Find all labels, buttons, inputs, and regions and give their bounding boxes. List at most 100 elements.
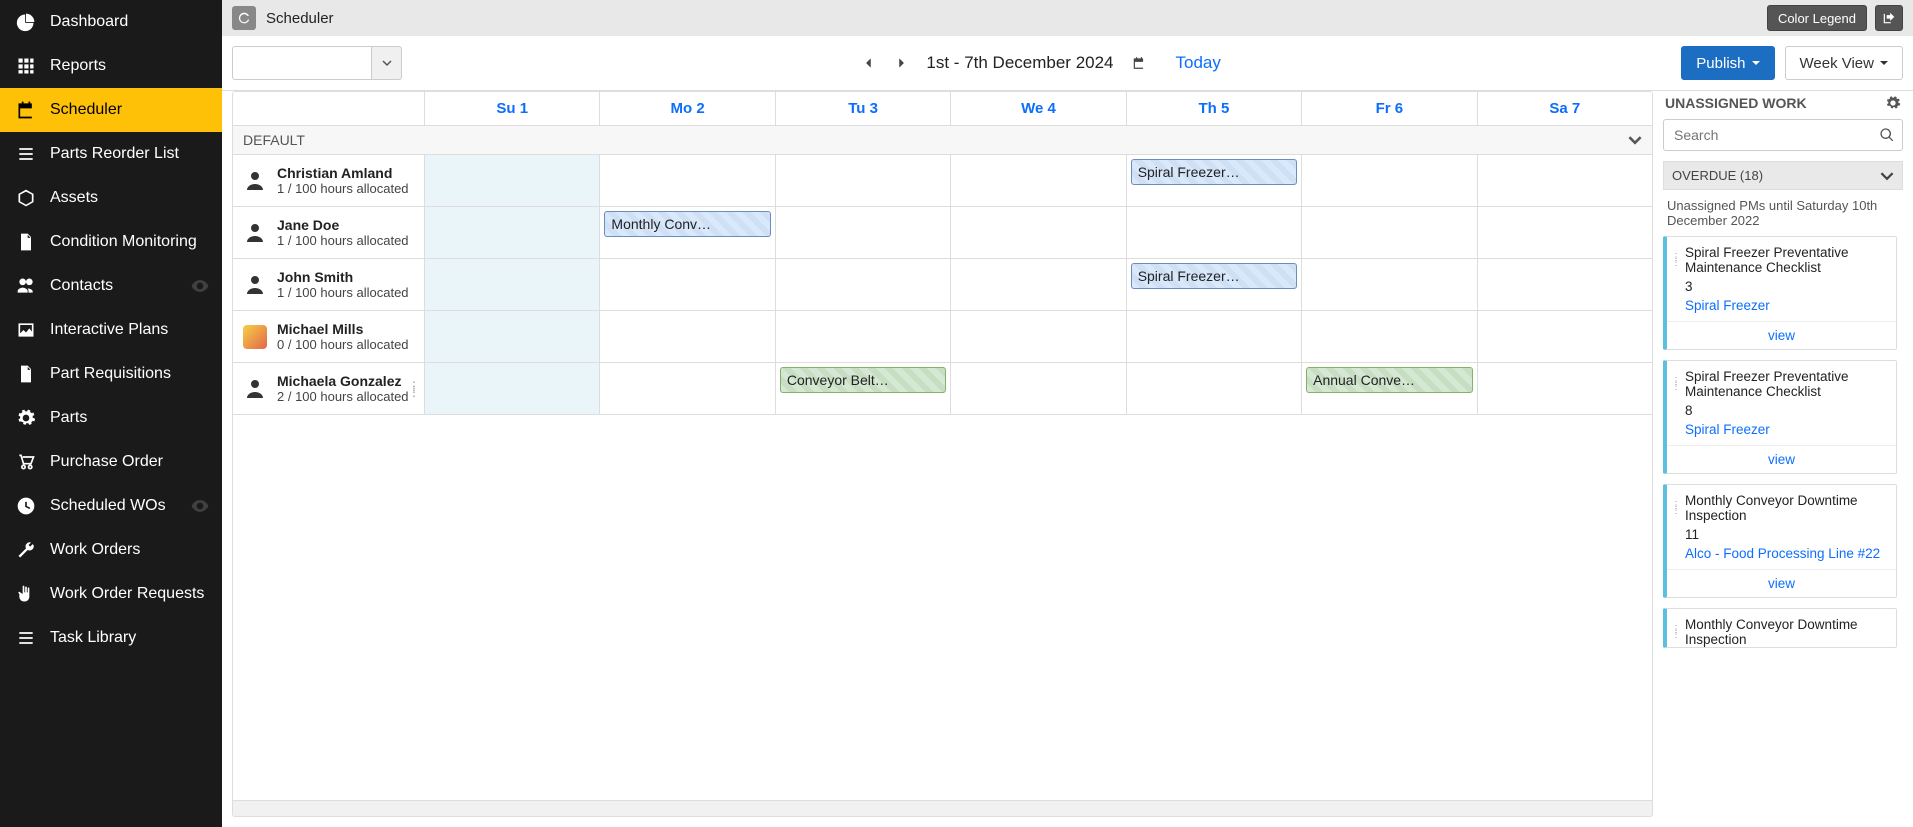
sidebar-item-task-library[interactable]: Task Library — [0, 616, 222, 660]
sidebar-item-dashboard[interactable]: Dashboard — [0, 0, 222, 44]
sidebar-item-part-requisitions[interactable]: Part Requisitions — [0, 352, 222, 396]
card-asset-link[interactable]: Spiral Freezer — [1685, 298, 1770, 313]
schedule-cell[interactable] — [600, 311, 775, 362]
resource-name: Michaela Gonzalez — [277, 373, 409, 389]
schedule-cell[interactable] — [600, 155, 775, 206]
card-asset-link[interactable]: Alco - Food Processing Line #22 — [1685, 546, 1880, 561]
schedule-cell[interactable]: Spiral Freezer… — [1127, 155, 1302, 206]
gear-icon[interactable] — [1885, 95, 1901, 111]
schedule-cell[interactable] — [1302, 311, 1477, 362]
sidebar-item-scheduler[interactable]: Scheduler — [0, 88, 222, 132]
avatar — [243, 377, 267, 401]
unassigned-card[interactable]: ⋮⋮Monthly Conveyor Downtime Inspection11… — [1663, 484, 1897, 598]
schedule-cell[interactable] — [425, 207, 600, 258]
schedule-task[interactable]: Monthly Conv… — [604, 211, 770, 237]
schedule-cell[interactable] — [776, 311, 951, 362]
schedule-cell[interactable] — [425, 155, 600, 206]
sidebar-item-scheduled-wos[interactable]: Scheduled WOs — [0, 484, 222, 528]
day-header[interactable]: Su 1 — [425, 92, 600, 125]
view-select[interactable]: Week View — [1785, 46, 1903, 80]
schedule-task[interactable]: Conveyor Belt… — [780, 367, 946, 393]
schedule-cell[interactable] — [951, 259, 1126, 310]
resource-cell[interactable]: Jane Doe1 / 100 hours allocated — [233, 207, 425, 258]
prev-week-button[interactable] — [862, 56, 876, 70]
schedule-cell[interactable] — [1302, 155, 1477, 206]
drag-handle[interactable]: ⋮⋮ — [1671, 503, 1681, 513]
schedule-cell[interactable] — [1127, 363, 1302, 414]
drag-handle[interactable]: ⋮⋮ — [1671, 627, 1681, 637]
resource-cell[interactable]: John Smith1 / 100 hours allocated — [233, 259, 425, 310]
avatar — [243, 169, 267, 193]
sidebar-item-parts-reorder-list[interactable]: Parts Reorder List — [0, 132, 222, 176]
schedule-cell[interactable] — [1127, 207, 1302, 258]
schedule-cell[interactable] — [425, 259, 600, 310]
color-legend-button[interactable]: Color Legend — [1767, 5, 1867, 31]
today-link[interactable]: Today — [1176, 53, 1221, 73]
resource-cell[interactable]: Michael Mills0 / 100 hours allocated — [233, 311, 425, 362]
sidebar-item-purchase-order[interactable]: Purchase Order — [0, 440, 222, 484]
day-header[interactable]: Tu 3 — [776, 92, 951, 125]
horizontal-scrollbar[interactable] — [233, 800, 1652, 816]
schedule-cell[interactable] — [600, 259, 775, 310]
card-view-link[interactable]: view — [1768, 576, 1795, 591]
unassigned-card[interactable]: ⋮⋮Spiral Freezer Preventative Maintenanc… — [1663, 360, 1897, 474]
schedule-task[interactable]: Spiral Freezer… — [1131, 159, 1297, 185]
resource-cell[interactable]: Michaela Gonzalez2 / 100 hours allocated… — [233, 363, 425, 414]
schedule-cell[interactable]: Monthly Conv… — [600, 207, 775, 258]
schedule-cell[interactable] — [951, 311, 1126, 362]
schedule-cell[interactable] — [1478, 155, 1652, 206]
card-view-link[interactable]: view — [1768, 452, 1795, 467]
sidebar-item-work-order-requests[interactable]: Work Order Requests — [0, 572, 222, 616]
sidebar-item-interactive-plans[interactable]: Interactive Plans — [0, 308, 222, 352]
group-header[interactable]: DEFAULT — [233, 126, 1652, 155]
schedule-cell[interactable] — [951, 363, 1126, 414]
sidebar-item-contacts[interactable]: Contacts — [0, 264, 222, 308]
drag-handle[interactable]: ⋮⋮ — [1671, 255, 1681, 265]
schedule-cell[interactable] — [776, 155, 951, 206]
schedule-cell[interactable] — [1127, 311, 1302, 362]
publish-button[interactable]: Publish — [1681, 46, 1774, 80]
schedule-cell[interactable] — [1302, 207, 1477, 258]
search-input[interactable] — [1663, 119, 1903, 151]
day-header[interactable]: Th 5 — [1127, 92, 1302, 125]
sidebar-item-work-orders[interactable]: Work Orders — [0, 528, 222, 572]
export-button[interactable] — [1875, 5, 1903, 31]
sidebar-item-assets[interactable]: Assets — [0, 176, 222, 220]
schedule-cell[interactable] — [600, 363, 775, 414]
schedule-cell[interactable] — [1478, 207, 1652, 258]
unassigned-card[interactable]: ⋮⋮Monthly Conveyor Downtime Inspection — [1663, 608, 1897, 648]
card-asset-link[interactable]: Spiral Freezer — [1685, 422, 1770, 437]
schedule-cell[interactable]: Annual Conve… — [1302, 363, 1477, 414]
schedule-cell[interactable]: Spiral Freezer… — [1127, 259, 1302, 310]
unassigned-card[interactable]: ⋮⋮Spiral Freezer Preventative Maintenanc… — [1663, 236, 1897, 350]
schedule-cell[interactable] — [776, 259, 951, 310]
day-header[interactable]: Fr 6 — [1302, 92, 1477, 125]
sidebar-item-condition-monitoring[interactable]: Condition Monitoring — [0, 220, 222, 264]
sidebar-item-parts[interactable]: Parts — [0, 396, 222, 440]
schedule-task[interactable]: Annual Conve… — [1306, 367, 1472, 393]
schedule-task[interactable]: Spiral Freezer… — [1131, 263, 1297, 289]
schedule-cell[interactable]: Conveyor Belt… — [776, 363, 951, 414]
calendar-icon[interactable] — [1132, 56, 1146, 70]
schedule-cell[interactable] — [1478, 363, 1652, 414]
schedule-cell[interactable] — [425, 311, 600, 362]
schedule-cell[interactable] — [1302, 259, 1477, 310]
schedule-cell[interactable] — [425, 363, 600, 414]
card-view-link[interactable]: view — [1768, 328, 1795, 343]
schedule-cell[interactable] — [1478, 259, 1652, 310]
drag-handle[interactable]: ⋮⋮ — [408, 383, 420, 395]
next-week-button[interactable] — [894, 56, 908, 70]
resource-cell[interactable]: Christian Amland1 / 100 hours allocated — [233, 155, 425, 206]
day-header[interactable]: Sa 7 — [1478, 92, 1652, 125]
schedule-cell[interactable] — [951, 155, 1126, 206]
filter-select-toggle[interactable] — [372, 46, 402, 80]
schedule-cell[interactable] — [1478, 311, 1652, 362]
overdue-section-header[interactable]: OVERDUE (18) — [1663, 161, 1903, 190]
filter-select[interactable] — [232, 46, 372, 80]
schedule-cell[interactable] — [951, 207, 1126, 258]
day-header[interactable]: We 4 — [951, 92, 1126, 125]
drag-handle[interactable]: ⋮⋮ — [1671, 379, 1681, 389]
sidebar-item-reports[interactable]: Reports — [0, 44, 222, 88]
schedule-cell[interactable] — [776, 207, 951, 258]
day-header[interactable]: Mo 2 — [600, 92, 775, 125]
